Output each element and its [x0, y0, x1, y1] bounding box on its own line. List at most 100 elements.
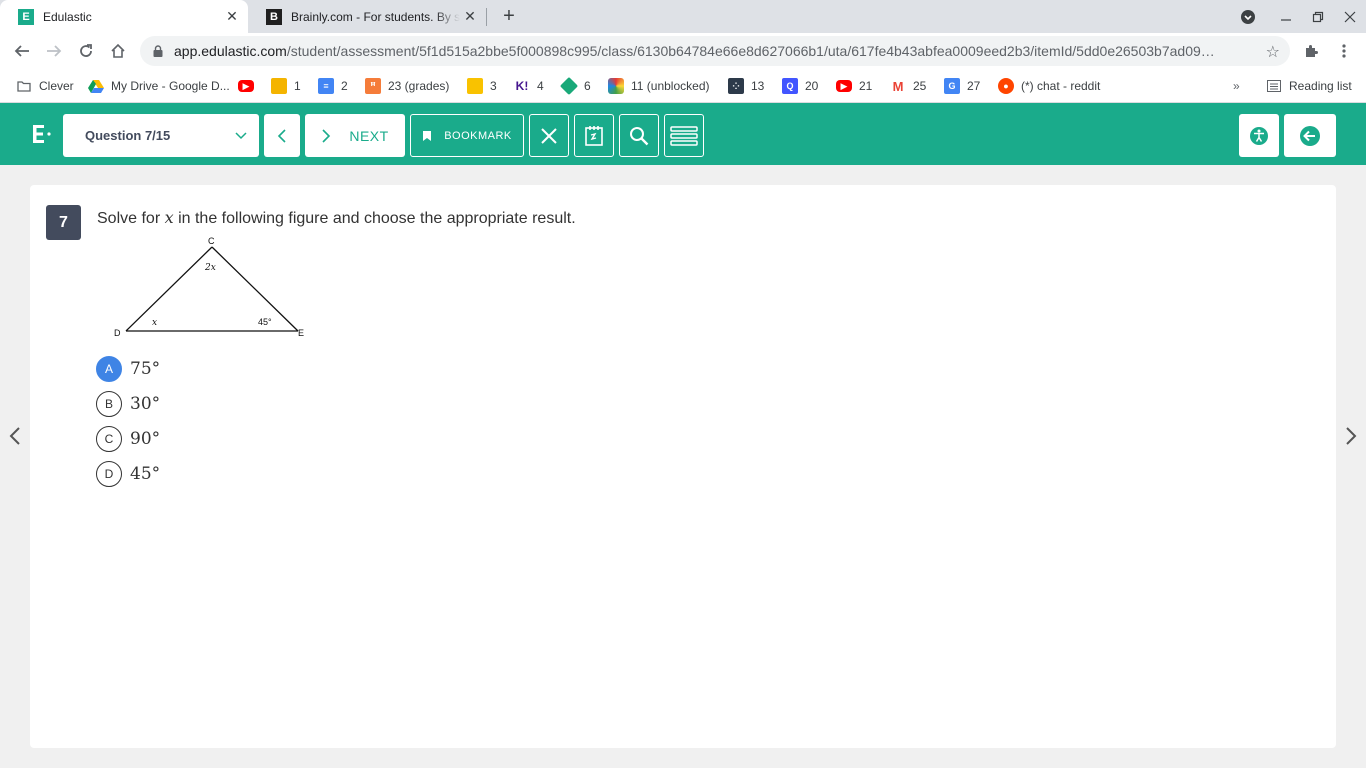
grid-icon: ⁘ [728, 78, 744, 94]
choice-a-bubble[interactable]: A [96, 356, 122, 382]
app-icon [559, 76, 579, 96]
reading-list[interactable]: Reading list [1266, 76, 1352, 96]
choice-b-bubble[interactable]: B [96, 391, 122, 417]
bookmark-label: 6 [584, 79, 591, 93]
bookmark-6[interactable]: 6 [559, 76, 591, 96]
home-icon[interactable] [105, 38, 131, 64]
question-stem: Solve for x in the following figure and … [97, 208, 576, 227]
forward-icon[interactable] [41, 38, 67, 64]
hamburger-menu-icon [670, 125, 698, 146]
bookmark-label: 13 [751, 79, 765, 93]
youtube-icon: ▶ [238, 80, 254, 92]
tab-title: Brainly.com - For students. By students. [291, 9, 460, 24]
new-tab-icon[interactable]: + [498, 5, 520, 27]
reload-icon[interactable] [73, 38, 99, 64]
tab-edulastic[interactable]: E Edulastic ✕ [0, 0, 248, 33]
restore-icon[interactable] [1302, 0, 1334, 33]
triangle-figure: C D E 2x x 45° [114, 236, 304, 338]
bookmark-label: (*) chat - reddit [1021, 79, 1101, 93]
back-icon[interactable] [9, 38, 35, 64]
bookmark-23-grades[interactable]: ꟸ 23 (grades) [365, 76, 449, 96]
tab-brainly[interactable]: B Brainly.com - For students. By student… [248, 0, 486, 33]
bookmark-label: 21 [859, 79, 873, 93]
browser-toolbar: app.edulastic.com/student/assessment/5f1… [0, 33, 1366, 69]
minimize-icon[interactable] [1270, 0, 1302, 33]
reddit-icon: ● [998, 78, 1014, 94]
edulastic-logo-icon [30, 123, 52, 152]
close-tab-icon[interactable]: ✕ [460, 8, 480, 25]
question-select[interactable]: Question 7/15 [63, 114, 259, 157]
accessibility-icon [1250, 126, 1268, 145]
choice-d-bubble[interactable]: D [96, 461, 122, 487]
scratchpad-icon [585, 125, 603, 146]
question-page: 7 Solve for x in the following figure an… [0, 165, 1366, 768]
bookmark-flag-icon [423, 130, 432, 141]
tab-search-icon[interactable] [1232, 0, 1264, 33]
bookmark-25[interactable]: M 25 [890, 76, 927, 96]
bookmark-11-unblocked[interactable]: 11 (unblocked) [608, 76, 710, 96]
bookmark-4[interactable]: K! 4 [514, 76, 544, 96]
bookmark-20[interactable]: Q 20 [782, 76, 818, 96]
bookmark-label: 4 [537, 79, 544, 93]
magnifier-button[interactable] [619, 114, 659, 157]
bookmark-label: 3 [490, 79, 497, 93]
next-question-arrow-icon[interactable] [1341, 425, 1361, 451]
close-tab-icon[interactable]: ✕ [222, 8, 242, 25]
chevron-down-icon [235, 129, 247, 143]
choice-a[interactable]: A 75° [96, 356, 160, 382]
question-variable: x [164, 208, 174, 227]
question-select-label: Question 7/15 [85, 128, 171, 143]
next-button[interactable]: NEXT [305, 114, 405, 157]
bookmark-clever[interactable]: Clever [16, 76, 74, 96]
bookmark-my-drive[interactable]: My Drive - Google D... [88, 76, 230, 96]
url-text: app.edulastic.com/student/assessment/5f1… [174, 43, 1215, 59]
angle-label-d: x [152, 318, 157, 328]
question-card: 7 Solve for x in the following figure an… [30, 185, 1336, 748]
lock-icon[interactable] [152, 44, 164, 58]
vertex-label-e: E [298, 328, 304, 338]
tools-menu-button[interactable] [664, 114, 704, 157]
bookmark-21[interactable]: ▶ 21 [836, 76, 872, 96]
vertex-label-c: C [208, 236, 215, 246]
eliminate-answer-button[interactable] [529, 114, 569, 157]
edulastic-favicon-icon: E [18, 8, 34, 25]
choice-b-text: 30° [130, 394, 161, 414]
bookmark-2[interactable]: ≡ 2 [318, 76, 348, 96]
triangle-side-ce [211, 246, 299, 332]
angle-label-c: 2x [204, 263, 216, 273]
menu-icon[interactable] [1331, 38, 1357, 64]
bookmark-1[interactable]: 1 [271, 76, 301, 96]
game-icon [608, 78, 624, 94]
more-bookmarks-icon[interactable]: » [1233, 76, 1240, 96]
bookmark-27[interactable]: G 27 [944, 76, 980, 96]
accessibility-button[interactable] [1239, 114, 1279, 157]
address-bar[interactable]: app.edulastic.com/student/assessment/5f1… [140, 36, 1290, 66]
extensions-icon[interactable] [1298, 38, 1324, 64]
translate-icon: G [944, 78, 960, 94]
choice-d[interactable]: D 45° [96, 461, 160, 487]
bookmark-button[interactable]: BOOKMARK [410, 114, 524, 157]
kahoot-icon: K! [515, 79, 529, 93]
gmail-icon: M [892, 78, 904, 94]
choice-c[interactable]: C 90° [96, 426, 160, 452]
previous-question-arrow-icon[interactable] [5, 425, 25, 451]
bookmark-youtube[interactable]: ▶ [238, 76, 261, 96]
close-window-icon[interactable] [1334, 0, 1366, 33]
question-number-badge: 7 [46, 205, 81, 240]
choice-c-bubble[interactable]: C [96, 426, 122, 452]
bookmarks-bar: Clever My Drive - Google D... ▶ 1 ≡ 2 ꟸ … [0, 69, 1366, 103]
tab-separator [486, 8, 487, 26]
previous-button[interactable] [264, 114, 300, 157]
choice-b[interactable]: B 30° [96, 391, 160, 417]
bookmark-reddit[interactable]: ● (*) chat - reddit [998, 76, 1100, 96]
grades-icon: ꟸ [365, 78, 381, 94]
exit-button[interactable] [1284, 114, 1336, 157]
bookmark-13[interactable]: ⁘ 13 [728, 76, 764, 96]
bookmark-3[interactable]: 3 [467, 76, 497, 96]
folder-icon [16, 78, 32, 94]
bookmark-star-icon[interactable]: ☆ [1266, 42, 1280, 62]
brainly-favicon-icon: B [266, 8, 282, 25]
scratchpad-button[interactable] [574, 114, 614, 157]
angle-label-e: 45° [258, 317, 272, 327]
next-button-label: NEXT [349, 127, 389, 144]
